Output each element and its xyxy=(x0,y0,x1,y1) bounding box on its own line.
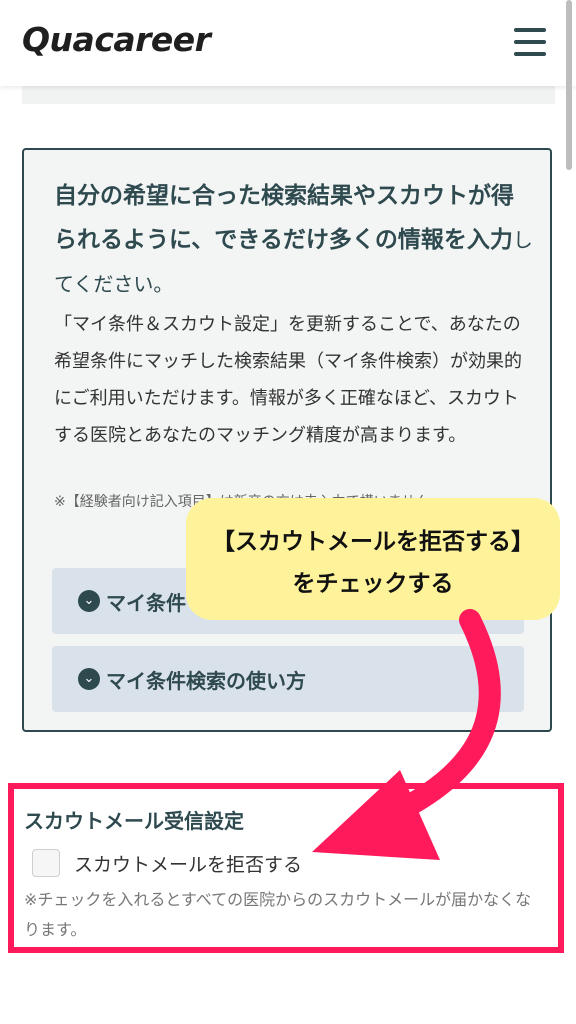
scrollbar[interactable] xyxy=(566,0,572,170)
app-header: Quacareer xyxy=(0,0,576,86)
info-heading: 自分の希望に合った検索結果やスカウトが得られるように、できるだけ多くの情報を入力… xyxy=(54,174,534,306)
logo[interactable]: Quacareer xyxy=(22,20,211,59)
chevron-down-circle-icon: ⌄ xyxy=(78,590,100,612)
reject-scout-checkbox[interactable] xyxy=(32,849,60,877)
instruction-callout: 【スカウトメールを拒否する】 をチェックする xyxy=(186,498,560,620)
hamburger-menu-icon[interactable] xyxy=(510,24,550,60)
section-divider xyxy=(22,86,555,104)
chevron-down-circle-icon: ⌄ xyxy=(78,668,100,690)
info-box: 自分の希望に合った検索結果やスカウトが得られるように、できるだけ多くの情報を入力… xyxy=(22,148,552,732)
scout-setting-title: スカウトメール受信設定 xyxy=(24,809,244,833)
callout-line-1: 【スカウトメールを拒否する】 xyxy=(212,529,534,555)
accordion-how-to-use[interactable]: ⌄ マイ条件検索の使い方 xyxy=(52,646,524,712)
callout-line-2: をチェックする xyxy=(292,571,454,597)
scout-setting-note: ※チェックを入れるとすべての医院からのスカウトメールが届かなくなります。 xyxy=(24,890,532,939)
scout-mail-setting: スカウトメール受信設定 スカウトメールを拒否する ※チェックを入れるとすべての医… xyxy=(8,783,564,953)
accordion-label: マイ条件 xyxy=(106,591,186,615)
info-body: 「マイ条件＆スカウト設定」を更新することで、あなたの希望条件にマッチした検索結果… xyxy=(54,314,522,446)
reject-scout-label[interactable]: スカウトメールを拒否する xyxy=(74,850,302,877)
accordion-label: マイ条件検索の使い方 xyxy=(106,669,306,693)
info-heading-strong: 自分の希望に合った検索結果やスカウトが得られるように、できるだけ多くの情報を入力 xyxy=(54,183,514,253)
